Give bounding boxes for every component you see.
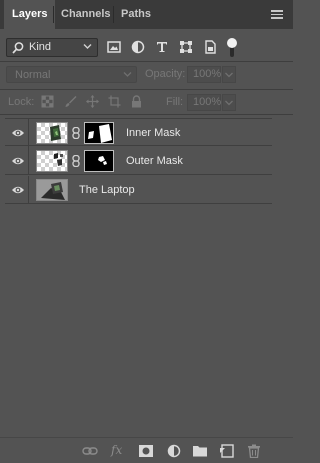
lock-all-icon[interactable] xyxy=(130,95,143,108)
visibility-eye-icon[interactable] xyxy=(11,155,25,167)
mask-link-chain-icon[interactable] xyxy=(72,155,80,167)
new-group-icon[interactable] xyxy=(192,444,208,458)
smart-object-filter-icon[interactable] xyxy=(202,39,218,55)
layer-name[interactable]: Inner Mask xyxy=(126,127,180,139)
type-layer-filter-icon[interactable] xyxy=(154,39,170,55)
filter-kind-select[interactable]: Kind xyxy=(6,38,98,57)
panel-tab-bar: Layers Channels Paths xyxy=(0,0,293,29)
adjustment-layer-filter-icon[interactable] xyxy=(130,39,146,55)
lock-artboard-icon[interactable] xyxy=(108,95,121,108)
fill-label: Fill: xyxy=(166,96,184,108)
lock-image-pixels-icon[interactable] xyxy=(64,95,77,108)
link-layers-icon[interactable] xyxy=(82,444,98,458)
lock-transparent-pixels-icon[interactable] xyxy=(41,95,54,108)
chevron-down-icon xyxy=(225,100,233,106)
adjustment-layer-icon[interactable] xyxy=(166,444,182,458)
fx-icon[interactable]: fx xyxy=(111,443,127,457)
layer-mask-thumbnail[interactable] xyxy=(84,122,114,144)
layer-thumbnail xyxy=(36,179,68,201)
layer-mask-thumbnail[interactable] xyxy=(84,150,114,172)
layer-name[interactable]: The Laptop xyxy=(79,184,135,196)
search-icon xyxy=(12,42,24,54)
filter-kind-label: Kind xyxy=(29,41,52,53)
add-mask-icon[interactable] xyxy=(138,444,154,458)
mask-link-chain-icon[interactable] xyxy=(72,127,80,139)
filter-toggle-switch[interactable] xyxy=(227,38,237,58)
visibility-eye-icon[interactable] xyxy=(11,127,25,139)
opacity-dropdown[interactable] xyxy=(222,66,236,83)
layer-thumbnail xyxy=(36,122,68,144)
pixel-layer-filter-icon[interactable] xyxy=(106,39,122,55)
chevron-down-icon xyxy=(123,72,132,77)
fill-input[interactable]: 100% xyxy=(187,94,221,111)
visibility-eye-icon[interactable] xyxy=(11,184,25,196)
opacity-input[interactable]: 100% xyxy=(187,66,221,83)
lock-label: Lock: xyxy=(8,96,35,108)
layers-bottom-toolbar: fx xyxy=(0,437,293,463)
layer-name[interactable]: Outer Mask xyxy=(126,155,183,167)
chevron-down-icon xyxy=(225,72,233,78)
tab-layers[interactable]: Layers xyxy=(4,0,56,29)
panel-menu-icon[interactable] xyxy=(271,10,283,19)
opacity-label: Opacity: xyxy=(145,68,186,80)
layer-thumbnail xyxy=(36,150,68,172)
new-layer-icon[interactable] xyxy=(219,444,235,458)
shape-layer-filter-icon[interactable] xyxy=(178,39,194,55)
blend-mode-value: Normal xyxy=(15,69,51,81)
divider xyxy=(0,114,293,115)
layers-panel: Layers Channels Paths Kind Normal Opacit… xyxy=(0,0,293,463)
tab-channels[interactable]: Channels xyxy=(53,0,119,29)
divider xyxy=(0,89,293,90)
layer-row-the-laptop[interactable]: The Laptop xyxy=(5,176,272,204)
blend-mode-select[interactable]: Normal xyxy=(6,66,137,83)
divider xyxy=(0,61,293,62)
fill-dropdown[interactable] xyxy=(222,94,236,111)
chevron-down-icon xyxy=(83,44,92,49)
lock-position-icon[interactable] xyxy=(86,95,99,108)
layer-row-outer-mask[interactable]: Outer Mask xyxy=(5,147,272,175)
delete-layer-icon[interactable] xyxy=(246,444,262,458)
layer-row-inner-mask[interactable]: Inner Mask xyxy=(5,118,272,147)
tab-paths[interactable]: Paths xyxy=(113,0,159,29)
